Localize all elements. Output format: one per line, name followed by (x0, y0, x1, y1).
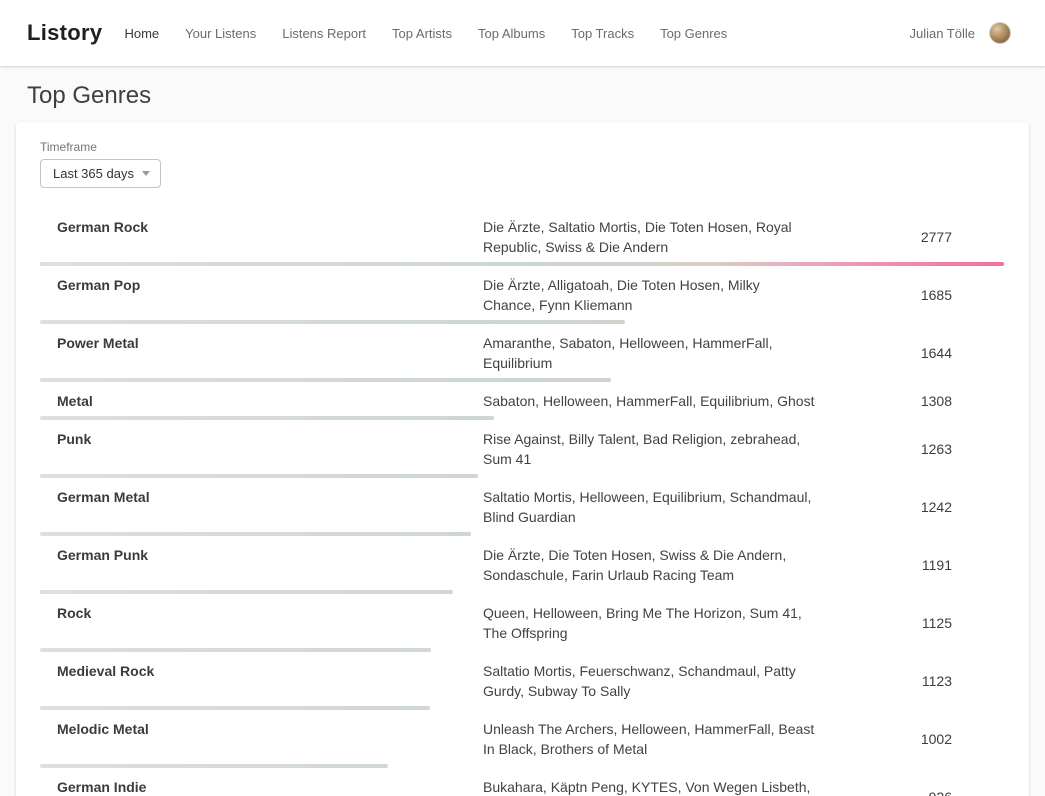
genre-bar (40, 706, 430, 710)
genre-artists: Unleash The Archers, Helloween, HammerFa… (483, 719, 815, 759)
genre-bar-fill (40, 378, 611, 382)
genre-artists: Queen, Helloween, Bring Me The Horizon, … (483, 603, 815, 643)
genre-count: 1644 (815, 345, 1004, 361)
genre-artists: Sabaton, Helloween, HammerFall, Equilibr… (483, 391, 815, 411)
genre-name: Medieval Rock (40, 661, 483, 681)
genre-name: Punk (40, 429, 483, 449)
genre-bar (40, 416, 494, 420)
genre-artists: Die Ärzte, Die Toten Hosen, Swiss & Die … (483, 545, 815, 585)
genre-count: 1191 (815, 557, 1004, 573)
genre-bar (40, 378, 611, 382)
genre-bar-fill (40, 474, 478, 478)
nav-item-top-tracks[interactable]: Top Tracks (571, 26, 634, 41)
genre-name: German Punk (40, 545, 483, 565)
nav-user-section: Julian Tölle (909, 22, 1011, 44)
genre-name: Metal (40, 391, 483, 411)
timeframe-label: Timeframe (40, 140, 1004, 154)
genre-artists: Rise Against, Billy Talent, Bad Religion… (483, 429, 815, 469)
genre-row: German Metal Saltatio Mortis, Helloween,… (40, 478, 1004, 536)
genre-row: Medieval Rock Saltatio Mortis, Feuerschw… (40, 652, 1004, 710)
genre-bar-track (40, 262, 1004, 266)
genre-count: 1002 (815, 731, 1004, 747)
timeframe-value: Last 365 days (53, 166, 134, 181)
genre-count: 1125 (815, 615, 1004, 631)
nav-item-top-genres[interactable]: Top Genres (660, 26, 727, 41)
nav-item-home[interactable]: Home (124, 26, 159, 41)
genre-row: Rock Queen, Helloween, Bring Me The Hori… (40, 594, 1004, 652)
genre-bar (40, 474, 478, 478)
genre-bar-fill (40, 764, 388, 768)
genre-row: Power Metal Amaranthe, Sabaton, Hellowee… (40, 324, 1004, 382)
timeframe-select[interactable]: Last 365 days (40, 159, 161, 188)
genre-list: German Rock Die Ärzte, Saltatio Mortis, … (40, 208, 1004, 796)
nav-item-your-listens[interactable]: Your Listens (185, 26, 256, 41)
genre-row: Melodic Metal Unleash The Archers, Hello… (40, 710, 1004, 768)
genre-bar (40, 648, 431, 652)
genre-bar-fill (40, 416, 494, 420)
genre-count: 1263 (815, 441, 1004, 457)
nav-links: Home Your Listens Listens Report Top Artist… (124, 26, 909, 41)
page-title: Top Genres (27, 82, 1045, 110)
genre-name: German Rock (40, 217, 483, 237)
genre-name: German Metal (40, 487, 483, 507)
genre-count: 926 (815, 789, 1004, 796)
nav-item-top-artists[interactable]: Top Artists (392, 26, 452, 41)
nav-item-listens-report[interactable]: Listens Report (282, 26, 366, 41)
genre-row: Punk Rise Against, Billy Talent, Bad Rel… (40, 420, 1004, 478)
genre-bar (40, 262, 1004, 266)
genre-count: 2777 (815, 229, 1004, 245)
top-navbar: Listory Home Your Listens Listens Report To… (0, 0, 1045, 66)
genre-count: 1685 (815, 287, 1004, 303)
genre-bar (40, 764, 388, 768)
genre-row: Metal Sabaton, Helloween, HammerFall, Eq… (40, 382, 1004, 420)
genre-name: Melodic Metal (40, 719, 483, 739)
genre-bar (40, 320, 625, 324)
genre-artists: Die Ärzte, Alligatoah, Die Toten Hosen, … (483, 275, 815, 315)
user-name: Julian Tölle (909, 26, 975, 41)
genre-bar-fill (40, 320, 625, 324)
genre-bar-fill (40, 590, 453, 594)
genre-bar (40, 532, 471, 536)
genre-count: 1123 (815, 673, 1004, 689)
chevron-down-icon (142, 171, 150, 176)
app-logo[interactable]: Listory (27, 20, 102, 46)
nav-item-top-albums[interactable]: Top Albums (478, 26, 545, 41)
genre-count: 1308 (815, 393, 1004, 409)
genre-count: 1242 (815, 499, 1004, 515)
user-avatar[interactable] (989, 22, 1011, 44)
genre-artists: Saltatio Mortis, Helloween, Equilibrium,… (483, 487, 815, 527)
genre-bar-fill (40, 648, 431, 652)
genre-artists: Die Ärzte, Saltatio Mortis, Die Toten Ho… (483, 217, 815, 257)
genre-artists: Bukahara, Käptn Peng, KYTES, Von Wegen L… (483, 777, 815, 796)
genre-row: German Indie Bukahara, Käptn Peng, KYTES… (40, 768, 1004, 796)
top-genres-card: Timeframe Last 365 days German Rock Die … (16, 122, 1029, 796)
genre-bar-fill (40, 262, 1004, 266)
genre-bar-fill (40, 532, 471, 536)
genre-name: Rock (40, 603, 483, 623)
genre-name: German Indie (40, 777, 483, 796)
genre-artists: Amaranthe, Sabaton, Helloween, HammerFal… (483, 333, 815, 373)
genre-bar (40, 590, 453, 594)
genre-name: German Pop (40, 275, 483, 295)
genre-name: Power Metal (40, 333, 483, 353)
genre-artists: Saltatio Mortis, Feuerschwanz, Schandmau… (483, 661, 815, 701)
genre-row: German Pop Die Ärzte, Alligatoah, Die To… (40, 266, 1004, 324)
genre-row: German Punk Die Ärzte, Die Toten Hosen, … (40, 536, 1004, 594)
genre-bar-fill (40, 706, 430, 710)
genre-row: German Rock Die Ärzte, Saltatio Mortis, … (40, 208, 1004, 266)
